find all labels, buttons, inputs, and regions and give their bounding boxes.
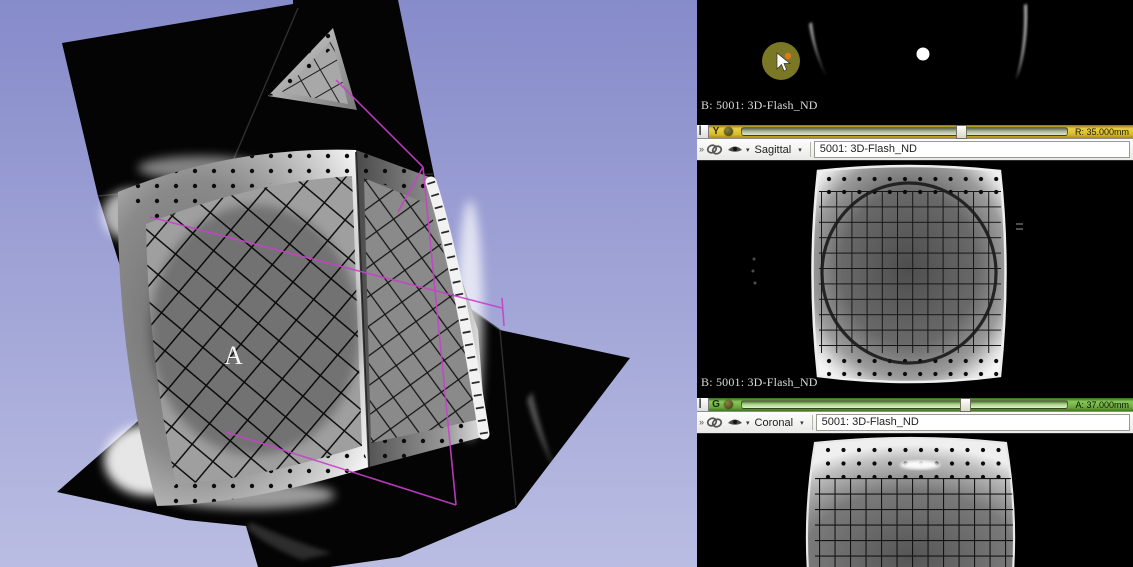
link-views-button[interactable] — [704, 140, 725, 159]
slice-view-coronal[interactable] — [697, 434, 1133, 567]
slice-offset-value: R: 35.000mm — [1073, 127, 1133, 137]
background-volume-label: B: 5001: 3D-Flash_ND — [701, 375, 818, 390]
view-3d[interactable]: A — [0, 0, 697, 567]
volume-selector[interactable]: 5001: 3D-Flash_ND — [814, 141, 1130, 158]
sagittal-offset-slider[interactable] — [741, 127, 1068, 136]
expand-icon[interactable]: » — [697, 413, 704, 432]
coronal-offset-slider-row: ▎ G A: 37.000mm — [697, 398, 1133, 411]
coronal-offset-slider[interactable] — [741, 400, 1068, 409]
coronal-phantom-image — [807, 438, 1014, 567]
visibility-button[interactable] — [725, 140, 745, 159]
coronal-canvas[interactable] — [697, 434, 1133, 567]
visibility-button[interactable] — [725, 413, 745, 432]
sagittal-slice-controller: ▎ Y R: 35.000mm » — [697, 125, 1133, 161]
volume-name: 5001: 3D-Flash_ND — [822, 416, 919, 428]
slice-offset-value: A: 37.000mm — [1073, 400, 1133, 410]
slice-menu-icon[interactable] — [724, 400, 733, 409]
orientation-dropdown-icon: ▾ — [798, 146, 802, 154]
sagittal-toolbar: » ▾ Sagittal ▾ — [697, 138, 1133, 161]
toolbar-separator — [812, 415, 813, 430]
slice-view-letter: G — [709, 398, 723, 411]
volume-name: 5001: 3D-Flash_ND — [820, 143, 917, 155]
orientation-value: Coronal — [755, 417, 794, 429]
phantom-face-left — [118, 150, 369, 506]
orientation-select[interactable]: Sagittal ▾ — [751, 144, 807, 156]
coronal-toolbar: » ▾ Coronal ▾ — [697, 411, 1133, 434]
slice-panel-column: B: 5001: 3D-Flash_ND ▎ Y R: 35.000mm » — [697, 0, 1133, 567]
visibility-dropdown-icon[interactable]: ▾ — [746, 146, 750, 154]
slice-view-sagittal[interactable]: B: 5001: 3D-Flash_ND — [697, 161, 1133, 398]
link-icon — [706, 143, 723, 156]
pin-icon[interactable]: ▎ — [697, 125, 709, 138]
volume-selector[interactable]: 5001: 3D-Flash_ND — [816, 414, 1130, 431]
view-3d-canvas[interactable]: A — [0, 0, 697, 567]
toolbar-separator — [810, 142, 811, 157]
slider-handle[interactable] — [960, 398, 971, 412]
fiducial-dot — [917, 48, 930, 61]
expand-icon[interactable]: » — [697, 140, 704, 159]
orientation-value: Sagittal — [755, 144, 792, 156]
visibility-dropdown-icon[interactable]: ▾ — [746, 419, 750, 427]
mri-viewer-app: A B: 5001: 3D-Flash_ND ▎ — [0, 0, 1133, 567]
orientation-dropdown-icon: ▾ — [800, 419, 804, 427]
cursor-click-dot — [785, 53, 791, 59]
background-volume-label: B: 5001: 3D-Flash_ND — [701, 98, 818, 113]
sagittal-canvas[interactable] — [697, 161, 1133, 398]
slice-view-axial[interactable]: B: 5001: 3D-Flash_ND — [697, 0, 1133, 125]
mouse-cursor — [762, 42, 800, 80]
orientation-select[interactable]: Coronal ▾ — [751, 417, 809, 429]
pin-icon[interactable]: ▎ — [697, 398, 709, 411]
coronal-slice-controller: ▎ G A: 37.000mm » — [697, 398, 1133, 434]
link-views-button[interactable] — [704, 413, 725, 432]
eye-icon — [727, 417, 743, 428]
link-icon — [706, 416, 723, 429]
slice-menu-icon[interactable] — [724, 127, 733, 136]
slider-handle[interactable] — [956, 125, 967, 139]
slice-view-letter: Y — [709, 125, 723, 138]
sagittal-offset-slider-row: ▎ Y R: 35.000mm — [697, 125, 1133, 138]
eye-icon — [727, 144, 743, 155]
bright-artifact — [900, 461, 940, 470]
orientation-marker-a: A — [224, 341, 243, 370]
